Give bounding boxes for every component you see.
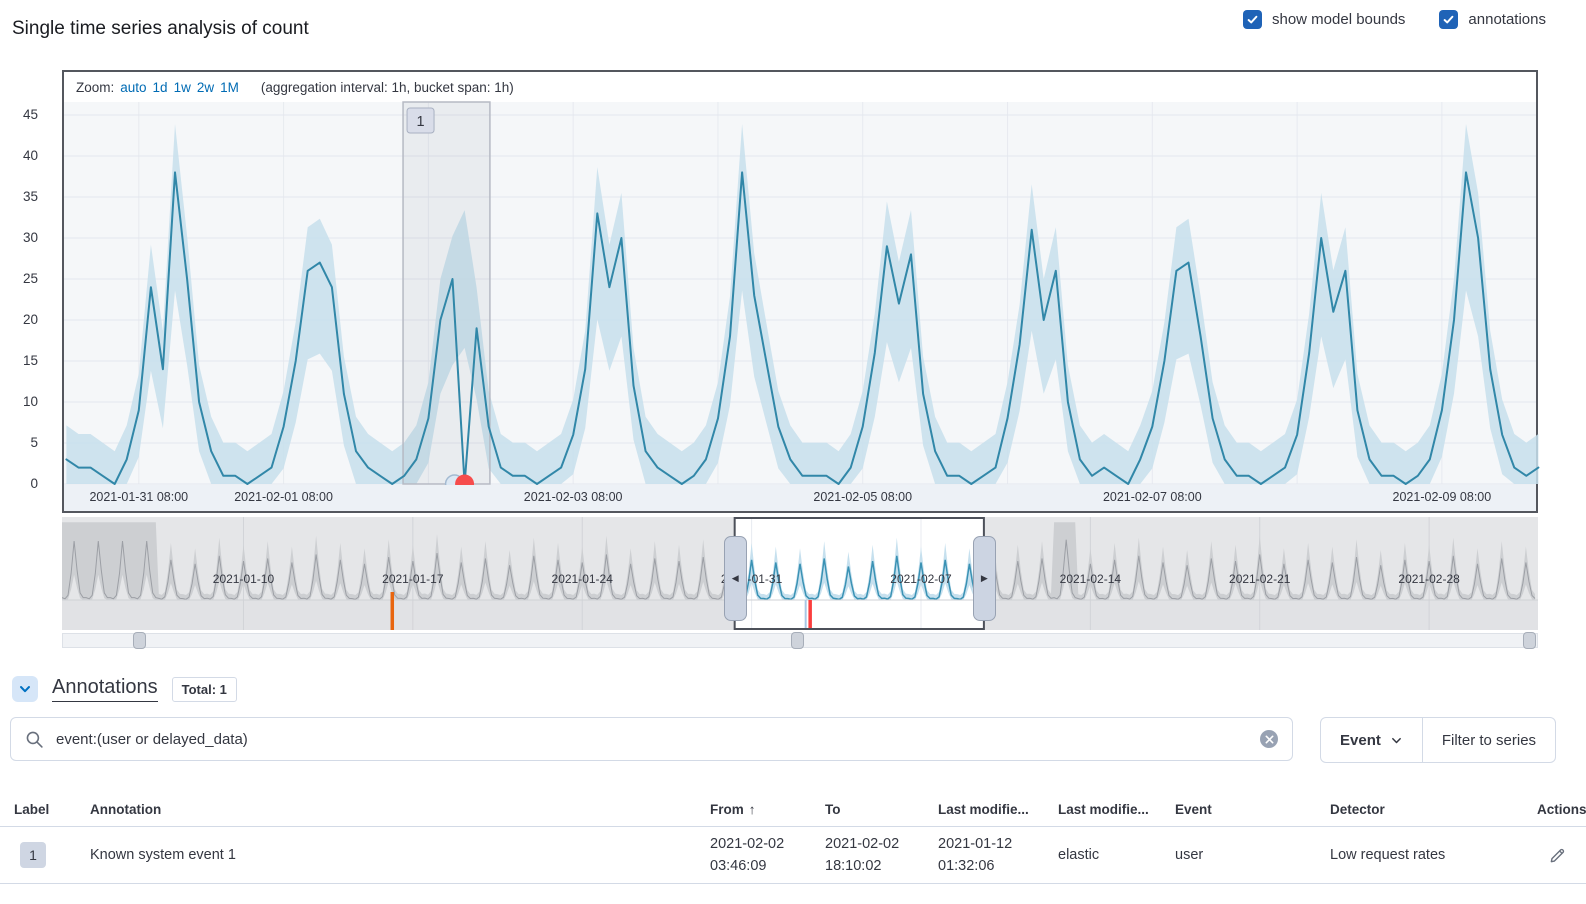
checkbox-checked-icon[interactable] <box>1243 10 1262 29</box>
y-tick-label: 40 <box>23 148 38 163</box>
pencil-icon <box>1549 847 1566 864</box>
y-tick-label: 10 <box>23 394 38 409</box>
focus-plot-area[interactable]: 1 <box>64 102 1536 485</box>
context-date-label: 2021-01-24 <box>522 572 642 586</box>
cell-detector: Low request rates <box>1330 847 1537 863</box>
annotations-header: Annotations Total: 1 <box>12 676 237 702</box>
cell-to: 2021-02-0218:10:02 <box>825 833 938 877</box>
brush-handle-left[interactable]: ◀ <box>724 536 747 621</box>
annotations-table: LabelAnnotationFrom↑ToLast modifie...Las… <box>0 793 1586 884</box>
cell-annotation: Known system event 1 <box>90 847 710 863</box>
y-axis: 0 5 10 15 20 25 30 35 40 45 <box>0 100 52 500</box>
cell-modified_date: 2021-01-1201:32:06 <box>938 833 1058 877</box>
zoom-label: Zoom: <box>76 80 114 95</box>
x-tick-label: 2021-01-31 08:00 <box>64 490 214 504</box>
x-tick-label: 2021-02-03 08:00 <box>498 490 648 504</box>
delayed-data-marker <box>391 592 395 630</box>
show-model-bounds-checkbox[interactable]: show model bounds <box>1243 10 1405 29</box>
edit-annotation-button[interactable] <box>1537 847 1566 864</box>
cell-modified_by: elastic <box>1058 847 1175 863</box>
x-tick-label: 2021-02-01 08:00 <box>209 490 359 504</box>
zoom-links: auto 1d 1w 2w 1M <box>120 80 245 95</box>
chevron-down-icon <box>1390 734 1403 747</box>
column-header-from[interactable]: From↑ <box>710 802 825 817</box>
column-header-label[interactable]: Label <box>14 802 90 817</box>
table-body: 1Known system event 12021-02-0203:46:092… <box>0 827 1586 884</box>
filter-to-series-button[interactable]: Filter to series <box>1423 718 1555 762</box>
zoom-link-1d[interactable]: 1d <box>153 80 168 95</box>
annotations-search-input[interactable]: event:(user or delayed_data) <box>10 717 1293 761</box>
show-model-bounds-label: show model bounds <box>1272 11 1405 28</box>
context-date-label: 2021-02-28 <box>1369 572 1489 586</box>
single-metric-viewer-page: Single time series analysis of count sho… <box>0 0 1586 904</box>
total-badge: Total: 1 <box>172 677 237 702</box>
context-date-label: 2021-02-14 <box>1030 572 1150 586</box>
filter-button-group: Event Filter to series <box>1320 717 1556 763</box>
context-chart[interactable]: 2021-01-10 2021-01-17 2021-01-24 2021-01-31… <box>62 517 1538 630</box>
search-query-text[interactable]: event:(user or delayed_data) <box>56 731 1248 748</box>
annotation-marker <box>808 600 812 630</box>
x-tick-label: 2021-02-05 08:00 <box>788 490 938 504</box>
column-header-detector[interactable]: Detector <box>1330 802 1537 817</box>
zoom-link-auto[interactable]: auto <box>120 80 146 95</box>
cell-event: user <box>1175 847 1330 863</box>
context-date-label: 2021-01-17 <box>353 572 473 586</box>
chart-options: show model bounds annotations <box>1243 10 1546 29</box>
aggregation-note: (aggregation interval: 1h, bucket span: … <box>261 80 514 95</box>
y-tick-label: 30 <box>23 230 38 245</box>
annotation-label-badge: 1 <box>20 842 46 868</box>
search-icon <box>25 730 44 749</box>
track-handle-left[interactable] <box>133 632 146 649</box>
x-tick-label: 2021-02-07 08:00 <box>1077 490 1227 504</box>
zoom-link-1w[interactable]: 1w <box>174 80 191 95</box>
y-tick-label: 15 <box>23 353 38 368</box>
zoom-toolbar: Zoom: auto 1d 1w 2w 1M (aggregation interval… <box>64 72 1536 102</box>
track-handle-middle[interactable] <box>791 632 804 649</box>
y-tick-label: 0 <box>30 476 38 491</box>
collapse-annotations-button[interactable] <box>12 676 38 702</box>
annotations-checkbox[interactable]: annotations <box>1439 10 1546 29</box>
clear-search-icon[interactable] <box>1260 730 1278 748</box>
column-header-event[interactable]: Event <box>1175 802 1330 817</box>
column-header-actions[interactable]: Actions <box>1537 802 1586 817</box>
column-header-annotation[interactable]: Annotation <box>90 802 710 817</box>
annotations-filter-bar: event:(user or delayed_data) Event Filte… <box>10 717 1576 763</box>
annotations-heading[interactable]: Annotations <box>52 676 158 702</box>
sort-asc-icon: ↑ <box>749 802 756 817</box>
model-bounds-band <box>66 124 1538 484</box>
annotation-band-label: 1 <box>417 114 425 130</box>
context-date-label: 2021-01-10 <box>183 572 303 586</box>
page-title: Single time series analysis of count <box>12 18 309 40</box>
table-row: 1Known system event 12021-02-0203:46:092… <box>0 827 1586 884</box>
checkbox-checked-icon[interactable] <box>1439 10 1458 29</box>
y-tick-label: 35 <box>23 189 38 204</box>
y-tick-label: 5 <box>30 435 38 450</box>
column-header-to[interactable]: To <box>825 802 938 817</box>
y-tick-label: 20 <box>23 312 38 327</box>
x-tick-label: 2021-02-09 08:00 <box>1367 490 1517 504</box>
track-handle-right[interactable] <box>1523 632 1536 649</box>
cell-label: 1 <box>14 842 90 868</box>
brush-handle-right[interactable]: ▶ <box>973 536 996 621</box>
context-date-label: 2021-01-31 <box>692 572 812 586</box>
event-filter-button[interactable]: Event <box>1321 718 1422 762</box>
focus-chart: Zoom: auto 1d 1w 2w 1M (aggregation interval… <box>62 70 1538 513</box>
zoom-link-2w[interactable]: 2w <box>197 80 214 95</box>
cell-from: 2021-02-0203:46:09 <box>710 833 825 877</box>
zoom-link-1M[interactable]: 1M <box>220 80 239 95</box>
annotations-label: annotations <box>1468 11 1546 28</box>
table-header-row: LabelAnnotationFrom↑ToLast modifie...Las… <box>0 793 1586 827</box>
column-header-modified_date[interactable]: Last modifie... <box>938 802 1058 817</box>
column-header-modified_by[interactable]: Last modifie... <box>1058 802 1175 817</box>
y-tick-label: 45 <box>23 107 38 122</box>
context-date-label: 2021-02-07 <box>861 572 981 586</box>
annotation-band[interactable] <box>403 102 490 484</box>
y-tick-label: 25 <box>23 271 38 286</box>
x-axis: 2021-01-31 08:002021-02-01 08:00 2021-02-… <box>64 485 1536 511</box>
context-date-label: 2021-02-21 <box>1200 572 1320 586</box>
